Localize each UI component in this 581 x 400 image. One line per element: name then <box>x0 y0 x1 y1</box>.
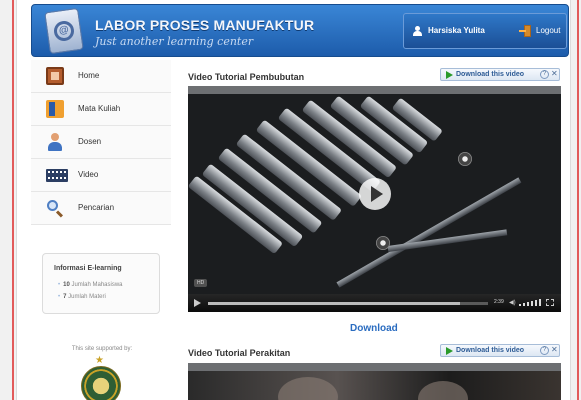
materials-label: Jumlah Materi <box>68 294 106 300</box>
video-title: Video Tutorial Pembubutan <box>188 72 305 82</box>
sidebar-item-home[interactable]: Home <box>31 60 171 93</box>
user-panel: Harsiska Yulita Logout <box>403 13 567 49</box>
download-video-toolbar: Download this video ? ✕ <box>440 344 560 357</box>
sidebar: Home Mata Kuliah Dosen Video Pencarian I… <box>31 60 171 400</box>
site-title[interactable]: LABOR PROSES MANUFAKTUR <box>95 17 314 33</box>
video-player[interactable]: HD 2:39 ◀) <box>188 86 561 312</box>
video-progress-bar[interactable] <box>208 302 488 305</box>
help-icon[interactable]: ? <box>540 70 549 79</box>
sidebar-item-label: Dosen <box>78 137 102 146</box>
close-icon[interactable]: ✕ <box>551 69 558 78</box>
video-progress-fill <box>208 302 460 305</box>
book-icon <box>46 100 64 118</box>
hd-badge[interactable]: HD <box>194 279 208 287</box>
sidebar-item-label: Home <box>78 71 100 80</box>
download-video-button[interactable]: Download this video <box>456 71 524 78</box>
play-arrow-icon <box>446 71 453 79</box>
sidebar-item-pencarian[interactable]: Pencarian <box>31 192 171 225</box>
materials-count: 7 <box>63 294 67 300</box>
browser-frame-left <box>0 0 17 400</box>
sidebar-item-dosen[interactable]: Dosen <box>31 126 171 159</box>
video-play-button[interactable] <box>359 178 391 210</box>
students-count: 10 <box>63 282 70 288</box>
video-player[interactable] <box>188 363 561 400</box>
user-icon <box>413 26 422 36</box>
main-content: Video Tutorial Pembubutan Download this … <box>188 65 561 400</box>
info-materials-row: • 7 Jumlah Materi <box>58 294 106 300</box>
sidebar-item-label: Video <box>78 170 99 179</box>
play-arrow-icon <box>446 347 453 355</box>
site-header: @ LABOR PROSES MANUFAKTUR Just another l… <box>31 4 569 57</box>
support-text: This site supported by: <box>71 346 133 352</box>
logout-button[interactable]: Logout <box>536 26 560 35</box>
help-icon[interactable]: ? <box>540 346 549 355</box>
info-title: Informasi E-learning <box>54 265 122 272</box>
home-icon <box>46 67 64 85</box>
site-tagline: Just another learning center <box>95 35 254 48</box>
video-controls: 2:39 ◀) <box>188 294 561 312</box>
sidebar-item-label: Mata Kuliah <box>78 104 121 113</box>
site-logo-icon[interactable]: @ <box>44 7 84 55</box>
fullscreen-icon[interactable] <box>546 299 554 306</box>
info-students-row: • 10 Jumlah Mahasiswa <box>58 282 123 288</box>
video-title: Video Tutorial Perakitan <box>188 348 291 358</box>
browser-frame-right <box>570 0 581 400</box>
volume-icon[interactable]: ◀) <box>509 299 516 306</box>
download-link[interactable]: Download <box>350 323 398 334</box>
logout-icon[interactable] <box>519 25 531 37</box>
sidebar-item-video[interactable]: Video <box>31 159 171 192</box>
sidebar-item-label: Pencarian <box>78 203 115 212</box>
user-name[interactable]: Harsiska Yulita <box>428 26 485 35</box>
download-video-button[interactable]: Download this video <box>456 347 524 354</box>
info-panel: Informasi E-learning • 10 Jumlah Mahasisw… <box>42 253 160 314</box>
play-icon[interactable] <box>194 299 201 307</box>
close-icon[interactable]: ✕ <box>551 345 558 354</box>
search-icon <box>46 199 64 218</box>
sponsor-emblem-icon: ★ <box>69 356 133 400</box>
film-icon <box>46 169 68 182</box>
sidebar-item-mata-kuliah[interactable]: Mata Kuliah <box>31 93 171 126</box>
download-video-toolbar: Download this video ? ✕ <box>440 68 560 81</box>
students-label: Jumlah Mahasiswa <box>71 282 123 288</box>
video-time: 2:39 <box>494 299 504 305</box>
person-icon <box>46 133 64 151</box>
volume-slider[interactable] <box>519 299 541 306</box>
